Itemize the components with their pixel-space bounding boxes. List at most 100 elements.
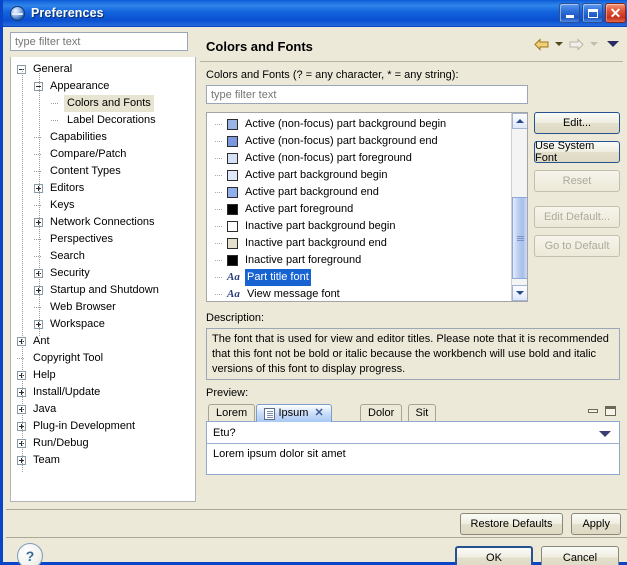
font-sample-icon: Aa [227, 288, 240, 300]
tree-connector-icon [215, 171, 225, 180]
eclipse-icon [10, 5, 25, 21]
cancel-button[interactable]: Cancel [541, 546, 619, 565]
colors-fonts-filter-input[interactable] [206, 85, 528, 104]
tree-item-plug-in-development[interactable]: Plug-in Development [11, 418, 195, 435]
scroll-down-button[interactable] [512, 285, 527, 301]
tree-item-team[interactable]: Team [11, 452, 195, 469]
color-swatch-icon [227, 221, 238, 232]
minimize-icon [565, 15, 574, 18]
preview-tab[interactable]: Dolor [360, 404, 403, 422]
back-history-chevron-down-icon[interactable] [555, 42, 563, 46]
colors-fonts-item-label: Active (non-focus) part background begin [245, 118, 447, 130]
chevron-down-icon[interactable] [599, 431, 611, 437]
preview-maximize-icon[interactable] [605, 406, 616, 416]
dialog-buttons: OK Cancel [455, 546, 619, 565]
colors-fonts-item[interactable]: Active part background end [207, 184, 527, 201]
scrollbar-grip-icon [516, 235, 524, 241]
tree-item-label: Ant [33, 335, 50, 347]
colors-fonts-item-label: Part title font [245, 269, 311, 286]
tree-item-copyright-tool[interactable]: Copyright Tool [11, 350, 195, 367]
minimize-button[interactable] [559, 3, 580, 23]
window-controls: ✕ [559, 3, 626, 23]
colors-fonts-item-label: Active part background begin [245, 169, 388, 181]
tree-item-label: Perspectives [50, 233, 113, 245]
tree-item-label: Team [33, 454, 60, 466]
reset-button: Reset [534, 170, 620, 192]
colors-fonts-item[interactable]: Aa View message font [207, 286, 527, 301]
tree-guide-line [22, 69, 23, 473]
colors-fonts-item[interactable]: Active (non-focus) part background begin [207, 116, 527, 133]
tree-item-label: Capabilities [50, 131, 107, 143]
tree-item-help[interactable]: Help [11, 367, 195, 384]
title-bar: Preferences ✕ [3, 0, 627, 27]
colors-fonts-item[interactable]: Inactive part foreground [207, 252, 527, 269]
preferences-dialog: Preferences ✕ General Appearance Colors an… [0, 0, 627, 565]
tree-item-label: Install/Update [33, 386, 101, 398]
tree-guide-line [39, 69, 40, 337]
tree-item-label: Workspace [50, 318, 105, 330]
tree-filter-input[interactable] [10, 32, 188, 51]
tree-item-label: Compare/Patch [50, 148, 127, 160]
tree-item-label: Content Types [50, 165, 121, 177]
colors-fonts-item[interactable]: Aa Part title font [207, 269, 527, 286]
right-pane: Colors and Fonts Colors and Fonts (? = a… [200, 32, 623, 502]
colors-and-fonts-list[interactable]: Active (non-focus) part background begin… [206, 112, 528, 302]
color-swatch-icon [227, 238, 238, 249]
tree-item-install-update[interactable]: Install/Update [11, 384, 195, 401]
tree-connector-icon [215, 256, 225, 265]
tree-item-label: Plug-in Development [33, 420, 136, 432]
color-swatch-icon [227, 136, 238, 147]
tree-item-java[interactable]: Java [11, 401, 195, 418]
left-pane: General Appearance Colors and Fonts Label D… [10, 32, 196, 502]
tree-connector-icon [215, 137, 225, 146]
apply-button[interactable]: Apply [571, 513, 621, 535]
colors-fonts-item[interactable]: Active part foreground [207, 201, 527, 218]
color-swatch-icon [227, 153, 238, 164]
tree-item-label: Help [33, 369, 56, 381]
preview-combo[interactable]: Etu? [207, 422, 619, 444]
restore-defaults-button[interactable]: Restore Defaults [459, 513, 564, 535]
tree-item-label: Run/Debug [33, 437, 89, 449]
forward-button[interactable] [568, 36, 585, 52]
preview-tab[interactable]: Sit [407, 404, 437, 422]
close-button[interactable]: ✕ [605, 3, 626, 23]
font-sample-icon: Aa [227, 271, 240, 283]
colors-fonts-item-label: Inactive part background end [245, 237, 387, 249]
description-text: The font that is used for view and edito… [206, 328, 620, 380]
colors-fonts-item[interactable]: Inactive part background begin [207, 218, 527, 235]
preview-tab[interactable]: Ipsum ✕ [255, 404, 332, 422]
colors-fonts-item-label: Active (non-focus) part foreground [245, 152, 412, 164]
tab-close-icon[interactable]: ✕ [314, 405, 323, 422]
ok-button[interactable]: OK [455, 546, 533, 565]
colors-fonts-item[interactable]: Active (non-focus) part background end [207, 133, 527, 150]
window-title: Preferences [31, 6, 104, 20]
edit-button[interactable]: Edit... [534, 112, 620, 134]
description-label: Description: [206, 312, 265, 324]
colors-fonts-item-label: View message font [247, 288, 340, 300]
colors-fonts-item[interactable]: Inactive part background end [207, 235, 527, 252]
colors-fonts-item[interactable]: Active part background begin [207, 167, 527, 184]
preferences-tree[interactable]: General Appearance Colors and Fonts Label D… [10, 57, 196, 502]
tree-item-run-debug[interactable]: Run/Debug [11, 435, 195, 452]
back-button[interactable] [533, 36, 550, 52]
colors-fonts-item[interactable]: Active (non-focus) part foreground [207, 150, 527, 167]
list-vertical-scrollbar[interactable] [511, 113, 527, 301]
scroll-up-button[interactable] [512, 113, 527, 129]
view-menu-chevron-icon[interactable] [607, 41, 619, 47]
tree-item-label: Java [33, 403, 57, 415]
page-header: Colors and Fonts [200, 32, 623, 62]
use-system-font-button[interactable]: Use System Font [534, 140, 620, 164]
preview-tab[interactable]: Lorem [208, 404, 256, 422]
scrollbar-thumb[interactable] [512, 197, 527, 279]
tree-connector-icon [215, 273, 225, 282]
tree-item-label: Network Connections [50, 216, 155, 228]
preview-minimize-icon[interactable] [588, 409, 598, 413]
colors-fonts-item-label: Inactive part foreground [245, 254, 362, 266]
colors-fonts-item-label: Active part foreground [245, 203, 354, 215]
tree-connector-icon [51, 116, 60, 125]
maximize-button[interactable] [582, 3, 603, 23]
help-icon[interactable]: ? [17, 543, 43, 565]
colors-and-fonts-rows: Active (non-focus) part background begin… [207, 113, 527, 301]
color-swatch-icon [227, 119, 238, 130]
page-title: Colors and Fonts [206, 39, 313, 54]
